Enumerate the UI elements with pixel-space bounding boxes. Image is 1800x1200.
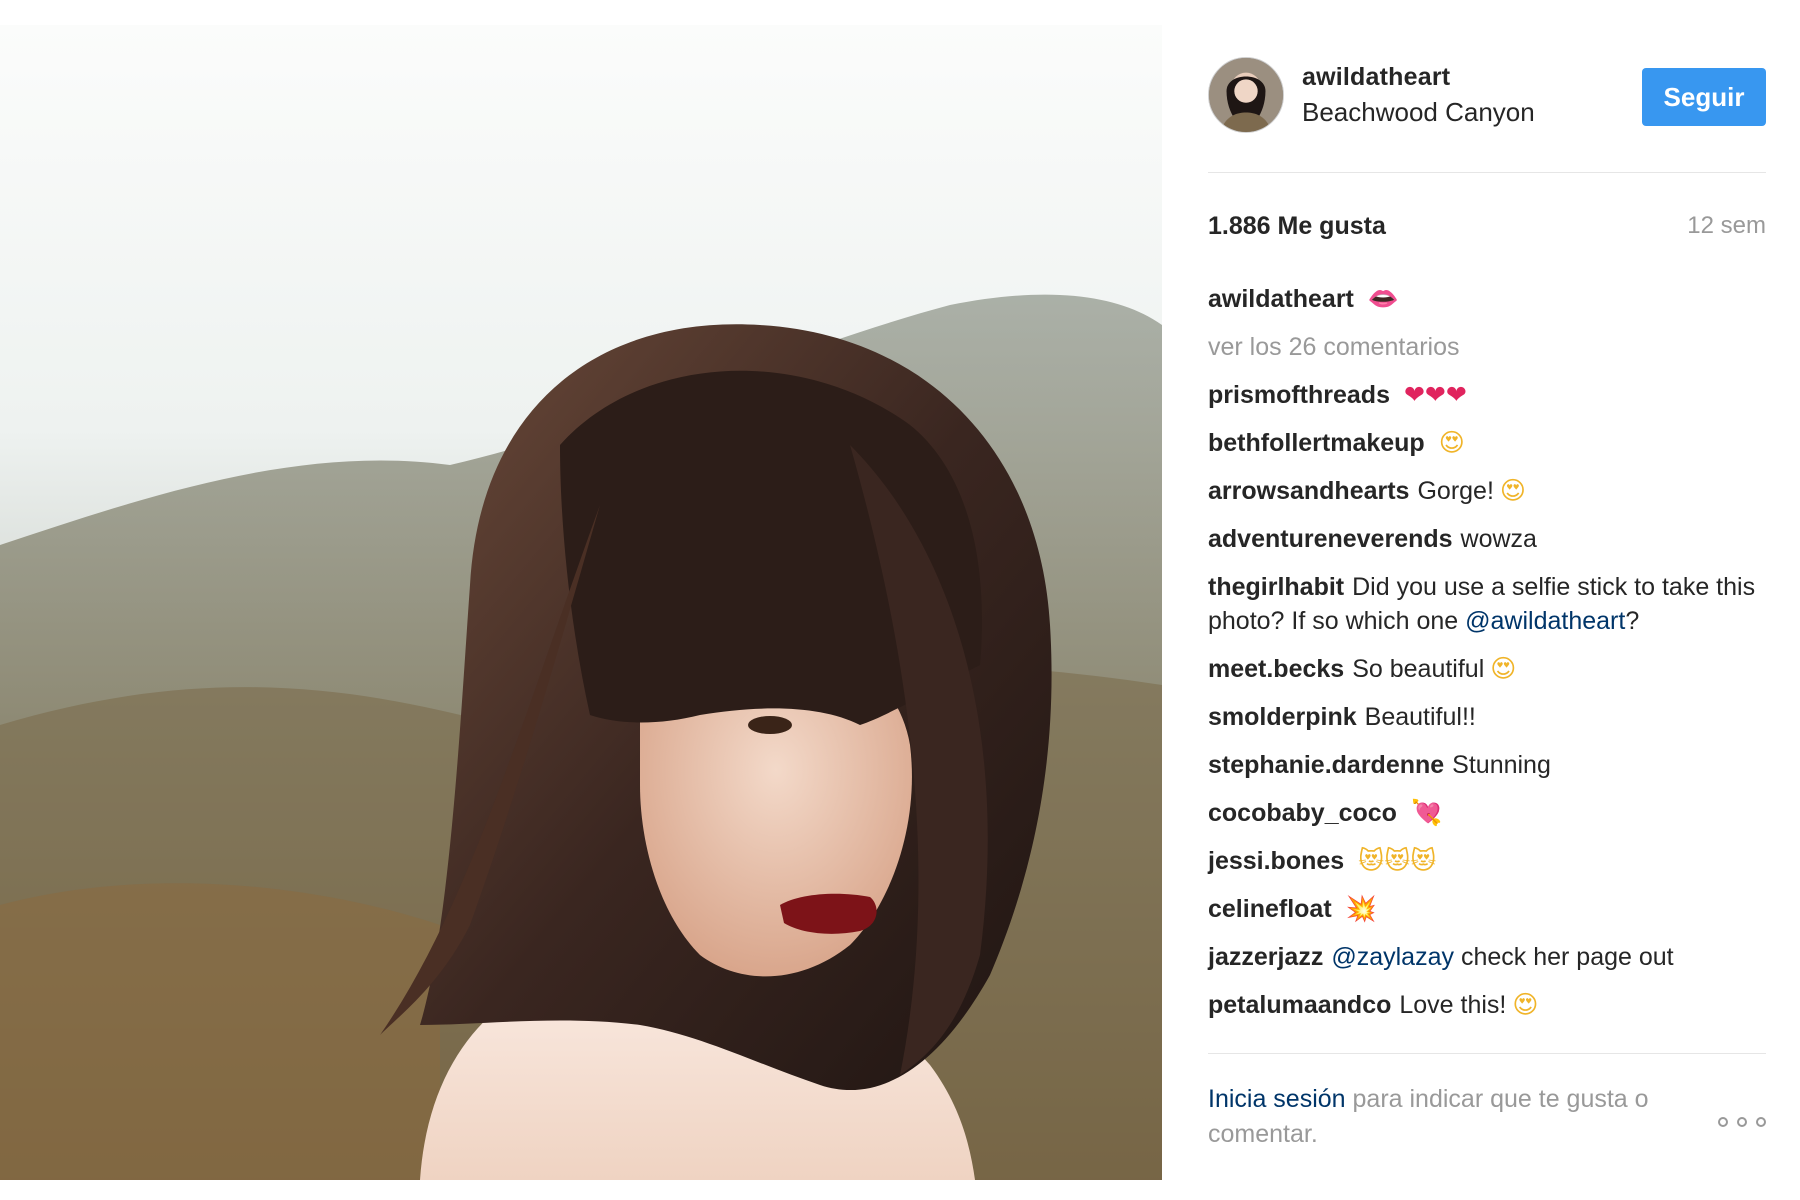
follow-button[interactable]: Seguir xyxy=(1642,68,1766,126)
comment-item: prismofthreads ❤❤❤ xyxy=(1208,378,1766,412)
comment-username[interactable]: petalumaandco xyxy=(1208,991,1391,1019)
comment-item: stephanie.dardenne Stunning xyxy=(1208,748,1766,782)
comment-text: Stunning xyxy=(1452,751,1551,779)
caption-username[interactable]: awildatheart xyxy=(1208,285,1354,313)
mention-link[interactable]: @zaylazay xyxy=(1331,943,1454,971)
heart-eyes-emoji-icon: 😍 xyxy=(1490,654,1517,683)
comment-text: So beautiful xyxy=(1352,655,1485,683)
comment-username[interactable]: smolderpink xyxy=(1208,703,1357,731)
comments-list: awildatheart 👄 ver los 26 comentarios pri… xyxy=(1208,282,1766,1036)
comment-text: Gorge! xyxy=(1417,477,1494,505)
comment-item: jazzerjazz @zaylazay check her page out xyxy=(1208,940,1766,974)
dot-icon xyxy=(1737,1117,1747,1127)
login-link[interactable]: Inicia sesión xyxy=(1208,1085,1346,1113)
comment-item: celinefloat 💥 xyxy=(1208,892,1766,926)
profile-avatar-icon[interactable] xyxy=(1208,57,1284,133)
more-options-icon[interactable] xyxy=(1718,1112,1766,1132)
comment-username[interactable]: prismofthreads xyxy=(1208,381,1390,409)
post-time[interactable]: 12 sem xyxy=(1687,212,1766,240)
comment-item: meet.becks So beautiful 😍 xyxy=(1208,652,1766,686)
portrait-photo-icon xyxy=(0,25,1162,1180)
post-stats: 1.886 Me gusta 12 sem xyxy=(1208,212,1766,248)
hearts-emoji-icon: ❤❤❤ xyxy=(1403,380,1467,409)
heart-eyes-emoji-icon: 😍 xyxy=(1512,990,1539,1019)
dot-icon xyxy=(1718,1117,1728,1127)
comment-item: cocobaby_coco 💘 xyxy=(1208,796,1766,830)
comment-username[interactable]: jazzerjazz xyxy=(1208,943,1323,971)
comment-username[interactable]: celinefloat xyxy=(1208,895,1332,923)
heart-eyes-emoji-icon: 😍 xyxy=(1438,428,1465,457)
post-header: awildatheart Beachwood Canyon Seguir xyxy=(1208,55,1766,135)
comment-item: adventureneverends wowza xyxy=(1208,522,1766,556)
comment-username[interactable]: meet.becks xyxy=(1208,655,1344,683)
comment-text: wowza xyxy=(1460,525,1537,553)
post-username[interactable]: awildatheart xyxy=(1302,63,1450,92)
comment-item: jessi.bones 😻😻😻 xyxy=(1208,844,1766,878)
comment-username[interactable]: thegirlhabit xyxy=(1208,573,1344,601)
post-caption: awildatheart 👄 xyxy=(1208,282,1766,316)
lips-emoji-icon: 👄 xyxy=(1367,284,1400,313)
dot-icon xyxy=(1756,1117,1766,1127)
post-footer: Inicia sesión para indicar que te gusta … xyxy=(1208,1082,1766,1162)
comment-item: arrowsandhearts Gorge! 😍 xyxy=(1208,474,1766,508)
post-photo[interactable] xyxy=(0,25,1162,1180)
comment-username[interactable]: stephanie.dardenne xyxy=(1208,751,1444,779)
view-all-comments-link[interactable]: ver los 26 comentarios xyxy=(1208,330,1766,364)
login-prompt: Inicia sesión para indicar que te gusta … xyxy=(1208,1082,1688,1152)
mention-link[interactable]: @awildatheart xyxy=(1465,607,1625,635)
comment-username[interactable]: arrowsandhearts xyxy=(1208,477,1409,505)
heart-eyes-emoji-icon: 😍 xyxy=(1499,476,1526,505)
comment-item: smolderpink Beautiful!! xyxy=(1208,700,1766,734)
post-side-panel: awildatheart Beachwood Canyon Seguir 1.8… xyxy=(1208,0,1766,1200)
post-location[interactable]: Beachwood Canyon xyxy=(1302,97,1535,128)
comment-item: bethfollertmakeup 😍 xyxy=(1208,426,1766,460)
divider xyxy=(1208,172,1766,173)
comment-text-end: ? xyxy=(1625,607,1640,635)
comment-item: thegirlhabit Did you use a selfie stick t… xyxy=(1208,570,1766,638)
comment-text: Love this! xyxy=(1399,991,1507,1019)
comment-text: check her page out xyxy=(1460,943,1674,971)
comment-item: petalumaandco Love this! 😍 xyxy=(1208,988,1766,1022)
collision-emoji-icon: 💥 xyxy=(1345,894,1377,923)
divider xyxy=(1208,1053,1766,1054)
comment-username[interactable]: cocobaby_coco xyxy=(1208,799,1397,827)
cat-heart-eyes-emoji-icon: 😻😻😻 xyxy=(1358,846,1437,875)
comment-username[interactable]: jessi.bones xyxy=(1208,847,1344,875)
heart-arrow-emoji-icon: 💘 xyxy=(1410,798,1443,827)
comment-username[interactable]: bethfollertmakeup xyxy=(1208,429,1425,457)
comment-username[interactable]: adventureneverends xyxy=(1208,525,1453,553)
comment-text: Beautiful!! xyxy=(1364,703,1476,731)
likes-count[interactable]: 1.886 Me gusta xyxy=(1208,212,1386,241)
